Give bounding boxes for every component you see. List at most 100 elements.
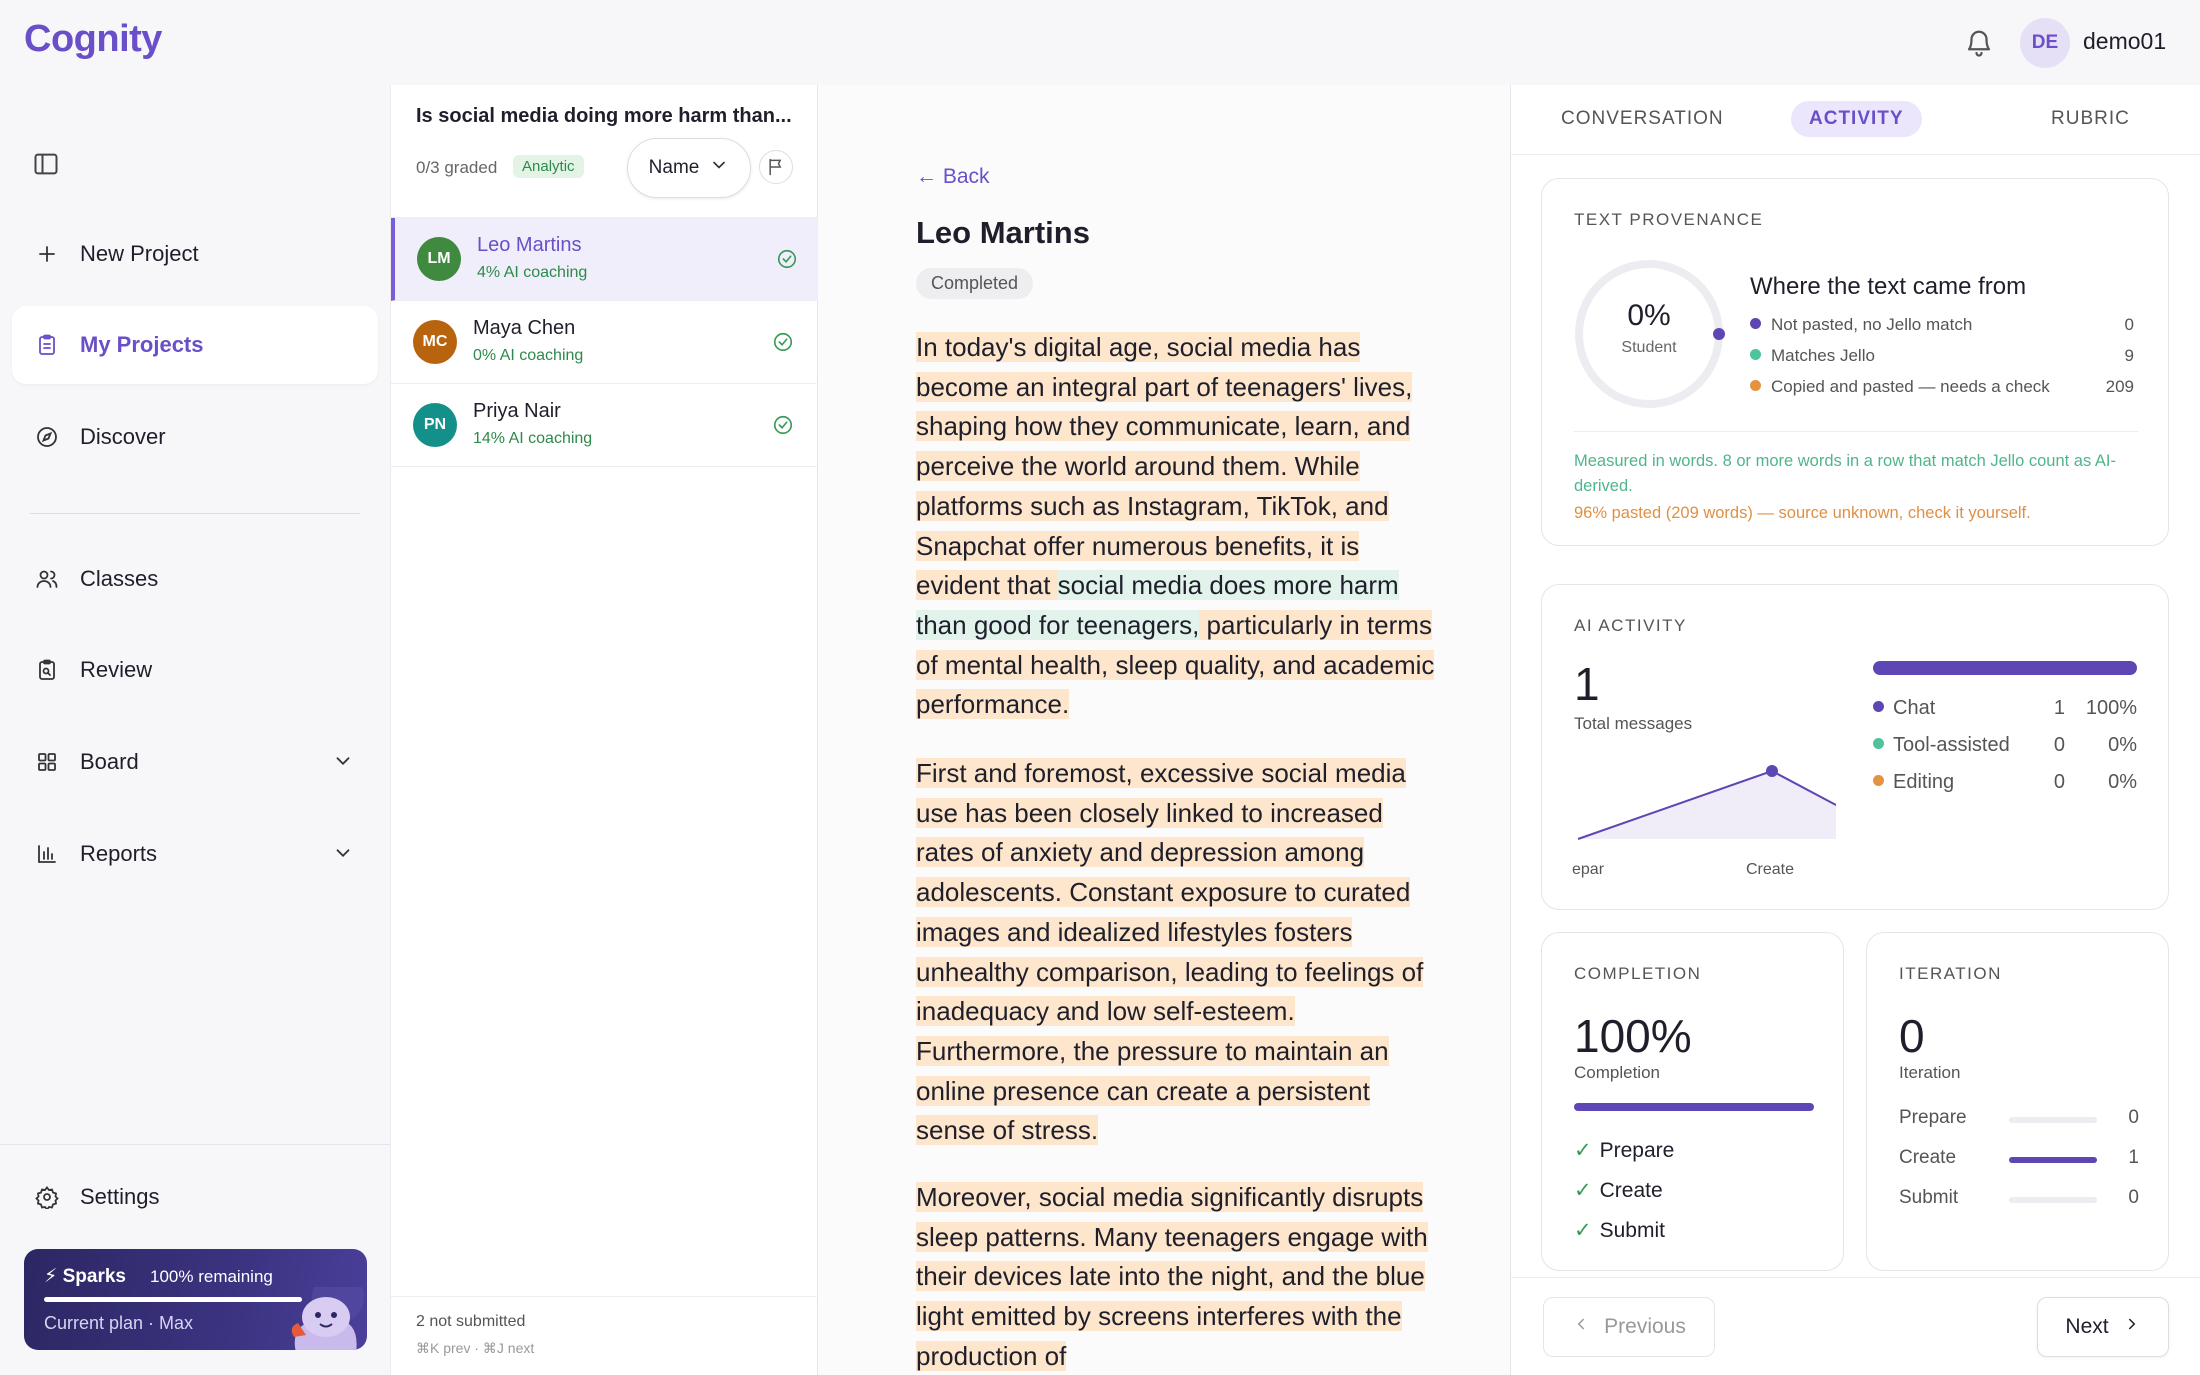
row-label: Create <box>1899 1147 1957 1168</box>
settings-label: Settings <box>80 1184 160 1209</box>
tab-activity[interactable]: ACTIVITY <box>1791 101 1922 137</box>
legend-value: 9 <box>2124 346 2134 365</box>
legend-value: 209 <box>2105 377 2134 396</box>
check-circle-icon <box>772 331 794 353</box>
flag-icon[interactable] <box>759 150 793 184</box>
legend-item: Matches Jello 9 <box>1750 346 2134 366</box>
sidebar-item-discover[interactable]: Discover <box>12 398 378 476</box>
student-percent: 0% <box>1627 299 1671 332</box>
row-percent: 0% <box>2108 734 2137 756</box>
iteration-row: Prepare 0 <box>1899 1107 2139 1129</box>
row-percent: 0% <box>2108 771 2137 793</box>
ai-activity-bar <box>1873 661 2137 675</box>
app-logo[interactable]: Cognity <box>24 18 162 61</box>
project-title: Is social media doing more harm than... <box>416 105 792 127</box>
sidebar-item-label: Review <box>80 657 153 682</box>
back-link[interactable]: ← Back <box>916 165 990 189</box>
check-circle-icon <box>772 414 794 436</box>
arrow-left-icon: ← <box>916 165 943 188</box>
keyboard-shortcuts-hint: ⌘K prev · ⌘J next <box>416 1340 535 1356</box>
student-row[interactable]: LM Leo Martins 4% AI coaching <box>391 218 819 301</box>
student-row[interactable]: PN Priya Nair 14% AI coaching <box>391 384 819 467</box>
chart-tick-label: epar <box>1572 861 1605 878</box>
check-icon: ✓ <box>1574 1139 1592 1162</box>
bar-chart-icon <box>34 841 60 867</box>
chart-tick-label: Create <box>1746 861 1795 878</box>
chart-point <box>1766 765 1778 777</box>
card-title: COMPLETION <box>1574 964 1702 983</box>
legend-dot <box>1873 775 1884 786</box>
legend-label: Not pasted, no Jello match <box>1771 315 1973 334</box>
ai-coaching-percent: 4% AI coaching <box>477 264 588 281</box>
sidebar-item-review[interactable]: Review <box>12 631 378 709</box>
completion-progress-bar <box>1574 1103 1814 1111</box>
provenance-warning: 96% pasted (209 words) — source unknown,… <box>1574 504 2031 522</box>
essay-paragraph: First and foremost, excessive social med… <box>916 754 1446 1151</box>
check-icon: ✓ <box>1574 1219 1592 1242</box>
iteration-track <box>2009 1197 2097 1203</box>
sidebar-item-label: Reports <box>80 841 158 866</box>
sidebar: New Project My Projects Discover Classes… <box>0 85 390 1375</box>
sparks-title: ⚡ Sparks <box>44 1266 126 1287</box>
new-project-label: New Project <box>80 241 199 266</box>
divider <box>391 1296 819 1297</box>
avatar: PN <box>413 403 457 447</box>
top-bar: Cognity DE demo01 <box>0 0 2200 85</box>
row-count: 0 <box>2053 734 2065 756</box>
row-label: Chat <box>1893 697 1936 719</box>
pasted-text-highlight: First and foremost, excessive social med… <box>916 758 1424 1146</box>
row-label: Submit <box>1899 1187 1959 1208</box>
provenance-note: Measured in words. 8 or more words in a … <box>1574 452 2116 495</box>
student-row[interactable]: MC Maya Chen 0% AI coaching <box>391 301 819 384</box>
row-value: 0 <box>2128 1107 2139 1128</box>
student-label: Student <box>1621 339 1677 356</box>
next-button[interactable]: Next <box>2037 1297 2169 1357</box>
ai-activity-card: AI ACTIVITY 1 Total messages Chat 1 100% … <box>1541 584 2169 910</box>
tab-conversation[interactable]: CONVERSATION <box>1543 101 1742 137</box>
activity-sparkline <box>1577 765 1836 840</box>
sidebar-item-label: Discover <box>80 424 166 449</box>
sidebar-item-board[interactable]: Board <box>12 723 378 801</box>
sidebar-item-reports[interactable]: Reports <box>12 815 378 893</box>
legend-dot <box>1750 380 1761 391</box>
legend-item: Not pasted, no Jello match 0 <box>1750 315 2134 335</box>
bell-icon[interactable] <box>1964 28 1994 58</box>
chevron-down-icon <box>709 155 729 181</box>
chevron-right-icon <box>2123 1315 2141 1339</box>
student-name: Maya Chen <box>473 317 576 339</box>
user-avatar[interactable]: DE <box>2020 18 2070 68</box>
chevron-down-icon[interactable] <box>332 750 354 772</box>
sidebar-toggle-icon[interactable] <box>32 150 60 178</box>
iteration-row: Create 1 <box>1899 1147 2139 1169</box>
graded-count: 0/3 graded <box>416 158 498 177</box>
student-name: Leo Martins <box>477 234 582 256</box>
tab-rubric[interactable]: RUBRIC <box>2033 101 2148 137</box>
sort-label: Name <box>648 157 700 178</box>
user-name[interactable]: demo01 <box>2083 28 2166 55</box>
pasted-text-highlight: In today's digital age, social media has… <box>916 332 1413 601</box>
completion-step: ✓ Submit <box>1574 1218 1665 1243</box>
completion-step: ✓ Prepare <box>1574 1138 1674 1163</box>
legend-item: Copied and pasted — needs a check 209 <box>1750 377 2134 397</box>
completion-value: 100% <box>1574 1010 1692 1062</box>
sparks-card[interactable]: ⚡ Sparks 100% remaining Current plan · M… <box>24 1249 367 1350</box>
sort-dropdown[interactable]: Name <box>627 138 751 198</box>
review-icon <box>34 657 60 683</box>
previous-button[interactable]: Previous <box>1543 1297 1715 1357</box>
chevron-down-icon[interactable] <box>332 842 354 864</box>
new-project-button[interactable]: New Project <box>12 215 378 293</box>
sidebar-item-classes[interactable]: Classes <box>12 540 378 618</box>
completion-card: COMPLETION 100% Completion ✓ Prepare ✓ Cre… <box>1541 932 1844 1271</box>
submissions-panel: Is social media doing more harm than... … <box>390 85 819 1375</box>
total-messages-label: Total messages <box>1574 714 1693 733</box>
sidebar-item-my-projects[interactable]: My Projects <box>12 306 378 384</box>
next-label: Next <box>2065 1315 2109 1338</box>
legend-dot <box>1873 701 1884 712</box>
settings-button[interactable]: Settings <box>12 1158 378 1236</box>
rubric-type-badge: Analytic <box>513 155 584 178</box>
step-label: Prepare <box>1599 1139 1675 1162</box>
card-title: AI ACTIVITY <box>1574 616 1687 635</box>
iteration-row: Submit 0 <box>1899 1187 2139 1209</box>
grid-icon <box>34 749 60 775</box>
total-messages-value: 1 <box>1574 658 1600 710</box>
